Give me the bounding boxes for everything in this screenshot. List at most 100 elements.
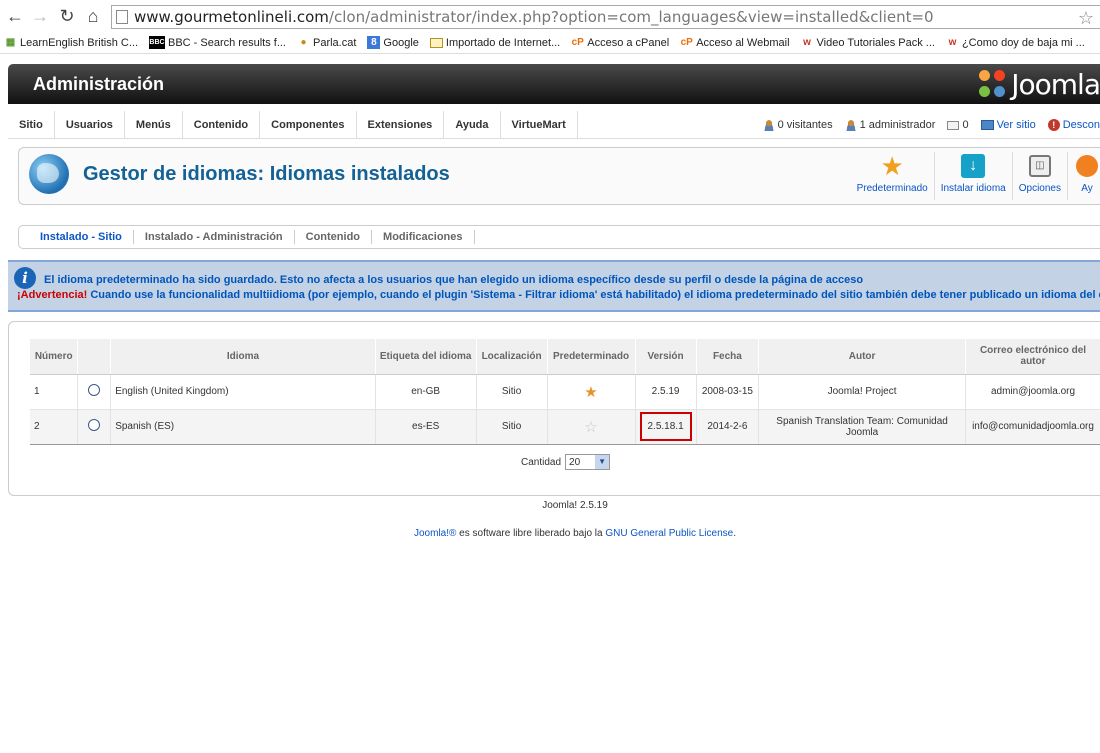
submenu-tabs: Instalado - Sitio Instalado - Administra… <box>18 225 1100 249</box>
visitors-status: 0 visitantes <box>762 119 833 131</box>
row-version: 2.5.19 <box>635 374 697 410</box>
license-text: es software libre liberado bajo la <box>456 528 606 539</box>
help-label: Ay <box>1081 183 1093 194</box>
bookmark-label: Google <box>383 36 419 49</box>
reload-icon[interactable]: ↻ <box>55 4 79 28</box>
bookmark-label: BBC - Search results f... <box>168 36 286 49</box>
menu-virtuemart[interactable]: VirtueMart <box>501 110 578 139</box>
col-number[interactable]: Número <box>30 339 79 375</box>
limit-select[interactable]: 20 ▼ <box>565 454 611 470</box>
col-author[interactable]: Autor <box>758 339 967 375</box>
cpanel-icon: cP <box>680 37 693 48</box>
options-label: Opciones <box>1018 183 1061 194</box>
row-date: 2008-03-15 <box>696 374 760 410</box>
bookmark-item[interactable]: BBC BBC - Search results f... <box>149 36 286 49</box>
highlighted-version: 2.5.18.1 <box>639 412 692 441</box>
menu-sitio[interactable]: Sitio <box>8 110 55 139</box>
set-default-star-icon[interactable]: ☆ <box>584 419 597 436</box>
menu-extensiones[interactable]: Extensiones <box>357 110 445 139</box>
options-icon: ◫ <box>1028 155 1051 177</box>
col-email[interactable]: Correo electrónico del autor <box>965 339 1100 375</box>
info-icon: i <box>14 267 36 289</box>
w-icon: w <box>803 37 811 48</box>
message-line-1: El idioma predeterminado ha sido guardad… <box>44 274 864 286</box>
help-button[interactable]: Ay <box>1068 152 1100 200</box>
col-location[interactable]: Localización <box>476 339 548 375</box>
row-email: admin@joomla.org <box>965 374 1100 410</box>
tab-overrides[interactable]: Modificaciones <box>372 230 475 244</box>
bookmark-label: Parla.cat <box>312 36 357 49</box>
bookmark-label: LearnEnglish British C... <box>20 36 138 49</box>
address-bar[interactable]: www.gourmetonlineli.com/clon/administrat… <box>111 5 1100 29</box>
cpanel-icon: cP <box>571 37 584 48</box>
col-version[interactable]: Versión <box>635 339 697 375</box>
mail-icon <box>947 120 960 130</box>
status-area: 0 visitantes 1 administrador 0 Ver sitio… <box>762 111 1100 139</box>
row-tag: es-ES <box>375 409 477 445</box>
logout-icon: ! <box>1047 119 1060 131</box>
col-default[interactable]: Predeterminado <box>547 339 636 375</box>
row-select <box>77 409 112 445</box>
bookmark-item[interactable]: ▦ LearnEnglish British C... <box>4 36 138 49</box>
tab-content[interactable]: Contenido <box>295 230 373 244</box>
visitors-icon <box>762 119 775 131</box>
forward-arrow-icon[interactable]: → <box>28 4 52 28</box>
menu-componentes[interactable]: Componentes <box>260 110 357 139</box>
bookmark-label: Importado de Internet... <box>445 36 561 49</box>
joomla-logo-text: Joomla <box>1011 68 1100 101</box>
view-site-link[interactable]: Ver sitio <box>980 119 1036 131</box>
col-select <box>77 339 112 375</box>
pager-label: Cantidad <box>521 456 562 468</box>
limit-value: 20 <box>569 456 581 468</box>
col-tag[interactable]: Etiqueta del idioma <box>375 339 477 375</box>
row-radio[interactable] <box>88 419 101 431</box>
admin-user-icon <box>844 119 857 131</box>
bookmark-item[interactable]: ● Parla.cat <box>297 36 356 49</box>
url-host: www.gourmetonlineli.com <box>134 8 329 26</box>
install-icon: ↓ <box>961 154 986 178</box>
col-language[interactable]: Idioma <box>110 339 376 375</box>
messages-status[interactable]: 0 <box>947 119 969 131</box>
tab-installed-site[interactable]: Instalado - Sitio <box>29 230 134 244</box>
menu-ayuda[interactable]: Ayuda <box>444 110 501 139</box>
toolbar-box: Gestor de idiomas: Idiomas instalados ★ … <box>18 147 1100 205</box>
table-header-row: Número Idioma Etiqueta del idioma Locali… <box>30 339 1100 375</box>
row-radio[interactable] <box>88 384 101 396</box>
bookmark-item[interactable]: cP Acceso a cPanel <box>571 36 670 49</box>
license-suffix: . <box>733 528 736 539</box>
home-icon[interactable]: ⌂ <box>81 4 105 28</box>
bookmark-item[interactable]: w ¿Como doy de baja mi ... <box>946 36 1085 49</box>
footer-version: Joomla! 2.5.19 <box>542 500 608 511</box>
options-button[interactable]: ◫ Opciones <box>1013 152 1068 200</box>
google-icon: 8 <box>367 36 381 49</box>
chevron-down-icon: ▼ <box>595 455 610 469</box>
pagination-limit: Cantidad 20 ▼ <box>521 454 611 470</box>
default-star-icon: ★ <box>584 383 598 401</box>
globe-icon <box>29 154 69 194</box>
col-date[interactable]: Fecha <box>696 339 760 375</box>
tab-installed-admin[interactable]: Instalado - Administración <box>134 230 295 244</box>
back-arrow-icon[interactable]: ← <box>3 4 27 28</box>
logout-link[interactable]: ! Descon <box>1047 119 1100 131</box>
parla-icon: ● <box>300 37 307 48</box>
bookmark-label: Video Tutoriales Pack ... <box>816 36 935 49</box>
menu-menus[interactable]: Menús <box>125 110 183 139</box>
menu-contenido[interactable]: Contenido <box>183 110 261 139</box>
install-language-label: Instalar idioma <box>940 183 1006 194</box>
default-button[interactable]: ★ Predeterminado <box>851 152 935 200</box>
install-language-button[interactable]: ↓ Instalar idioma <box>935 152 1013 200</box>
bookmark-item[interactable]: Importado de Internet... <box>429 36 561 49</box>
joomla-link[interactable]: Joomla!® <box>414 528 456 539</box>
bookmark-star-icon[interactable]: ☆ <box>1078 8 1094 29</box>
bookmark-item[interactable]: cP Acceso al Webmail <box>680 36 790 49</box>
menu-usuarios[interactable]: Usuarios <box>55 110 125 139</box>
warning-text: Cuando use la funcionalidad multiidioma … <box>87 289 1100 301</box>
bookmark-item[interactable]: 8 Google <box>367 36 419 49</box>
languages-table: Número Idioma Etiqueta del idioma Locali… <box>30 339 1100 445</box>
gpl-link[interactable]: GNU General Public License <box>605 528 733 539</box>
languages-panel: Número Idioma Etiqueta del idioma Locali… <box>8 321 1100 496</box>
bookmark-item[interactable]: w Video Tutoriales Pack ... <box>801 36 935 49</box>
row-tag: en-GB <box>375 374 477 410</box>
row-author: Joomla! Project <box>758 374 967 410</box>
messages-count: 0 <box>962 119 969 131</box>
